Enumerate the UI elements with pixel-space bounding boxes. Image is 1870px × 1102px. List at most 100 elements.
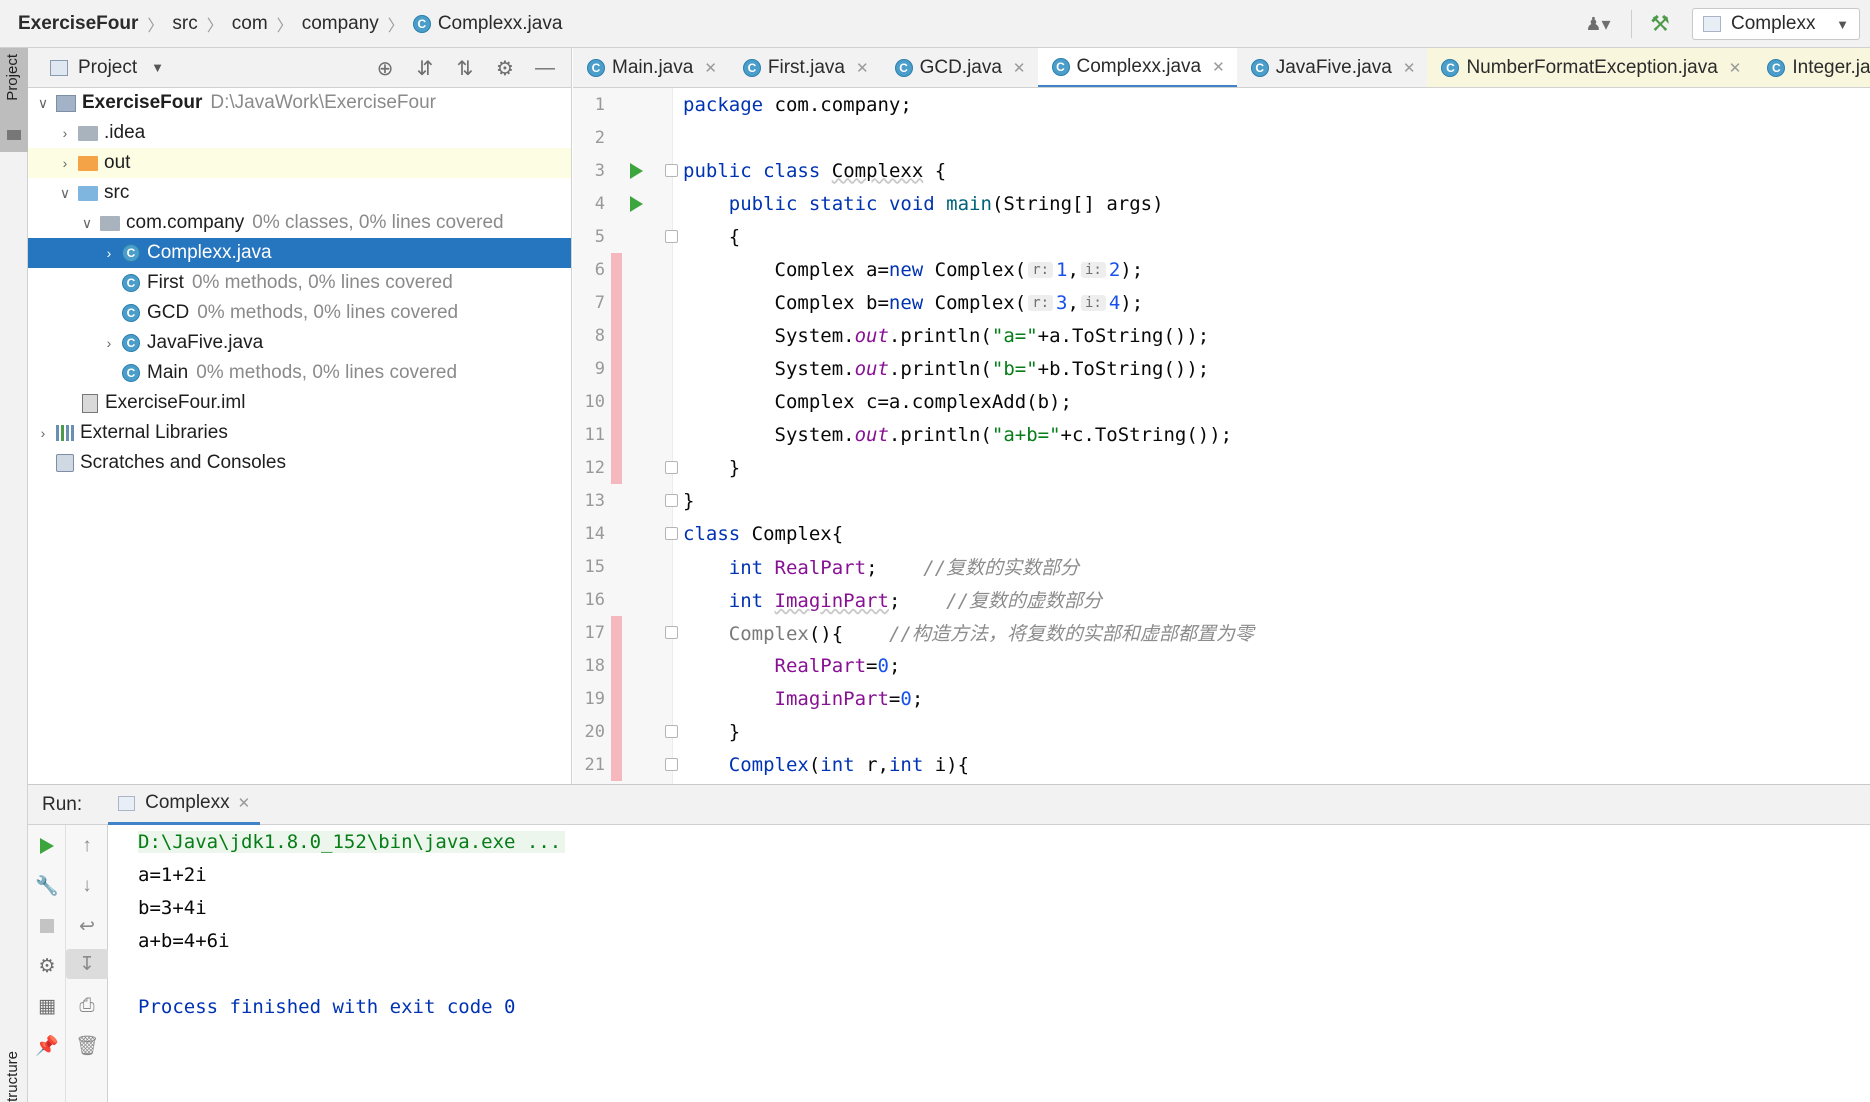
- tab-integer-java[interactable]: C Integer.ja: [1753, 48, 1870, 87]
- run-panel-header: Run: Complexx ✕: [28, 785, 1870, 825]
- coverage-marker: [611, 451, 622, 484]
- tab-main-java[interactable]: C Main.java ✕: [573, 48, 729, 87]
- project-panel-title[interactable]: Project: [78, 57, 137, 79]
- chevron-down-icon[interactable]: ∨: [56, 185, 74, 202]
- scroll-to-end-icon[interactable]: ↧: [66, 949, 108, 979]
- code-line: 21 Complex(int r,int i){: [573, 748, 1870, 781]
- chevron-right-icon[interactable]: ›: [56, 125, 74, 141]
- fold-icon[interactable]: [665, 461, 678, 474]
- code-line: 10 Complex c=a.complexAdd(b);: [573, 385, 1870, 418]
- soft-wrap-icon[interactable]: ↩: [66, 911, 108, 941]
- close-icon[interactable]: ✕: [1212, 58, 1225, 76]
- breadcrumb-project[interactable]: ExerciseFour: [18, 13, 138, 35]
- fold-icon[interactable]: [665, 725, 678, 738]
- structure-tool-tab[interactable]: tructure: [4, 1051, 21, 1102]
- code-line: 12 }: [573, 451, 1870, 484]
- tab-complexx-java[interactable]: C Complexx.java ✕: [1037, 48, 1237, 87]
- fold-icon[interactable]: [665, 758, 678, 771]
- close-icon[interactable]: ✕: [704, 59, 717, 77]
- tree-item-iml[interactable]: ExerciseFour.iml: [28, 388, 571, 418]
- down-arrow-icon[interactable]: ↓: [66, 871, 108, 901]
- fold-icon[interactable]: [665, 527, 678, 540]
- tree-item-first[interactable]: C First 0% methods, 0% lines covered: [28, 268, 571, 298]
- chevron-down-icon[interactable]: ∨: [78, 215, 96, 232]
- java-class-icon: C: [1250, 59, 1269, 77]
- tree-item-javafive[interactable]: › C JavaFive.java: [28, 328, 571, 358]
- fold-icon[interactable]: [665, 230, 678, 243]
- tree-item-scratches[interactable]: Scratches and Consoles: [28, 448, 571, 478]
- code-editor[interactable]: 1 package com.company; 2 3 public class …: [573, 88, 1870, 784]
- collapse-all-icon[interactable]: ⇅: [445, 48, 485, 88]
- close-icon[interactable]: ✕: [1013, 59, 1026, 77]
- chevron-right-icon: 〉: [387, 17, 404, 35]
- build-hammer-icon[interactable]: ⚒: [1638, 0, 1682, 48]
- package-icon: [100, 215, 120, 231]
- chevron-right-icon[interactable]: ›: [56, 155, 74, 171]
- print-icon[interactable]: ⎙: [66, 991, 108, 1021]
- wrench-icon[interactable]: 🔧: [28, 871, 66, 901]
- java-class-icon: C: [122, 334, 140, 352]
- tree-item-idea[interactable]: › .idea: [28, 118, 571, 148]
- run-configuration-select[interactable]: Complexx ▼: [1692, 8, 1860, 40]
- code-text: package com.company;: [683, 93, 912, 116]
- stop-button[interactable]: [28, 911, 66, 941]
- project-tree: ∨ ExerciseFour D:\JavaWork\ExerciseFour …: [28, 88, 571, 478]
- tree-item-src[interactable]: ∨ src: [28, 178, 571, 208]
- close-icon[interactable]: ✕: [1403, 59, 1416, 77]
- locate-icon[interactable]: ⊕: [365, 48, 405, 88]
- fold-icon[interactable]: [665, 164, 678, 177]
- debug-gear-icon[interactable]: ⚙: [28, 951, 66, 981]
- breadcrumb-file[interactable]: C Complexx.java: [412, 13, 562, 35]
- run-tab-complexx[interactable]: Complexx ✕: [108, 785, 261, 825]
- gear-icon[interactable]: ⚙: [485, 48, 525, 88]
- project-tool-tab[interactable]: Project: [0, 48, 28, 152]
- chevron-down-icon[interactable]: ∨: [34, 95, 52, 112]
- user-icon[interactable]: ♟▾: [1571, 0, 1625, 48]
- tab-label: JavaFive.java: [1275, 57, 1392, 78]
- trash-icon[interactable]: 🗑: [66, 1031, 108, 1061]
- run-gutter-icon[interactable]: [630, 162, 643, 179]
- code-line: 20 }: [573, 715, 1870, 748]
- expand-all-icon[interactable]: ⇵: [405, 48, 445, 88]
- code-line: 4 public static void main(String[] args): [573, 187, 1870, 220]
- chevron-right-icon[interactable]: ›: [100, 245, 118, 261]
- run-gutter-icon[interactable]: [630, 195, 643, 212]
- tree-item-out[interactable]: › out: [28, 148, 571, 178]
- fold-icon[interactable]: [665, 494, 678, 507]
- breadcrumb-company[interactable]: company: [302, 13, 379, 35]
- tab-first-java[interactable]: C First.java ✕: [729, 48, 881, 87]
- tree-item-label: JavaFive.java: [147, 332, 264, 353]
- close-icon[interactable]: ✕: [238, 794, 251, 812]
- pin-icon[interactable]: 📌: [28, 1031, 66, 1061]
- tree-item-main[interactable]: C Main 0% methods, 0% lines covered: [28, 358, 571, 388]
- close-icon[interactable]: ✕: [1729, 59, 1742, 77]
- breadcrumb-src[interactable]: src: [172, 13, 197, 35]
- hide-icon[interactable]: —: [525, 48, 565, 88]
- chevron-right-icon[interactable]: ›: [100, 335, 118, 351]
- navigation-bar: ExerciseFour 〉 src 〉 com 〉 company 〉 C Co…: [0, 0, 1870, 48]
- up-arrow-icon[interactable]: ↑: [66, 831, 108, 861]
- coverage-marker: [611, 682, 622, 715]
- tab-gcd-java[interactable]: C GCD.java ✕: [881, 48, 1038, 87]
- breadcrumb-com[interactable]: com: [232, 13, 268, 35]
- tab-numberformatexception-java[interactable]: C NumberFormatException.java ✕: [1427, 48, 1754, 87]
- tree-item-label: .idea: [104, 122, 146, 143]
- tab-javafive-java[interactable]: C JavaFive.java ✕: [1237, 48, 1428, 87]
- code-line: 19 ImaginPart=0;: [573, 682, 1870, 715]
- tree-item-complexx[interactable]: › C Complexx.java: [28, 238, 571, 268]
- tree-item-external-libraries[interactable]: › External Libraries: [28, 418, 571, 448]
- rerun-button[interactable]: [28, 831, 66, 861]
- chevron-right-icon[interactable]: ›: [34, 425, 52, 441]
- code-text: }: [728, 456, 741, 479]
- close-icon[interactable]: ✕: [856, 59, 869, 77]
- layout-icon[interactable]: ▦: [28, 991, 66, 1021]
- code-text: int RealPart; //复数的实数部分: [728, 557, 1080, 579]
- tree-item-package[interactable]: ∨ com.company 0% classes, 0% lines cover…: [28, 208, 571, 238]
- tree-item-gcd[interactable]: C GCD 0% methods, 0% lines covered: [28, 298, 571, 328]
- tree-item-exercisefour[interactable]: ∨ ExerciseFour D:\JavaWork\ExerciseFour: [28, 88, 571, 118]
- chevron-down-icon[interactable]: ▼: [151, 60, 164, 75]
- fold-icon[interactable]: [665, 626, 678, 639]
- project-tool-tab-label: Project: [4, 54, 21, 101]
- tab-label: Complexx.java: [1076, 55, 1202, 77]
- console-output[interactable]: D:\Java\jdk1.8.0_152\bin\java.exe ... a=…: [138, 825, 566, 1023]
